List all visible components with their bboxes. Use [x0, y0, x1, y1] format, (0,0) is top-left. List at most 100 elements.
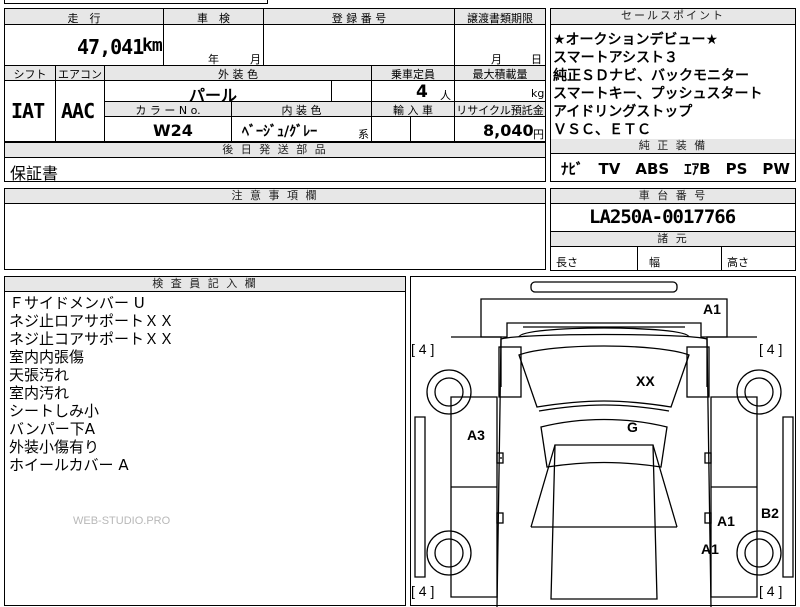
length-label: 長さ — [556, 256, 578, 269]
mileage-value: 47,041 — [77, 35, 144, 59]
inspector-header: 検 査 員 記 入 欄 — [5, 277, 405, 292]
color-no-value: W24 — [153, 121, 193, 140]
interior-suffix: 系 — [358, 128, 369, 141]
note-line: 外装小傷有り — [9, 438, 100, 456]
note-line: ネジ止コアサポートＸＸ — [9, 330, 175, 348]
dimensions-header: 諸 元 — [551, 232, 795, 247]
damage-mark-left-door: A3 — [467, 427, 485, 443]
note-line: シートしみ小 — [9, 402, 100, 420]
capacity-value: 4 — [416, 82, 428, 102]
exterior-color-header: 外 装 色 — [104, 65, 372, 81]
caution-header: 注 意 事 項 欄 — [5, 189, 545, 204]
import-cell-b — [410, 116, 455, 142]
capacity-header: 乗車定員 — [371, 65, 455, 81]
recycle-header: リサイクル預託金 — [454, 101, 546, 117]
aircon-cell: AAC — [55, 80, 105, 142]
selling-point: スマートアシスト３ — [553, 50, 679, 66]
aircon-header: エアコン — [55, 65, 105, 81]
dimensions-section: 諸 元 長さ 幅 高さ — [550, 231, 796, 271]
import-cell-a — [371, 116, 411, 142]
shift-cell: IAT — [4, 80, 56, 142]
equipment-section: ﾅﾋﾞ TV ABS ｴｱB PS PW — [550, 153, 796, 182]
recycle-value: 8,040 — [483, 121, 534, 140]
tire-mark-rear-right: [ 4 ] — [759, 583, 783, 599]
mileage-cell: 47,041 km — [4, 24, 164, 66]
recycle-cell: 8,040 円 — [454, 116, 546, 142]
top-strip — [4, 0, 268, 4]
inspector-section: 検 査 員 記 入 欄 Ｆサイドメンバー U ネジ止ロアサポートＸＸ ネジ止コア… — [4, 276, 406, 606]
selling-points-label: セールスポイント — [621, 9, 725, 22]
damage-mark-rear-right: A1 — [701, 541, 719, 557]
equipment-value: ﾅﾋﾞ TV ABS ｴｱB PS PW — [561, 160, 790, 178]
watermark: WEB-STUDIO.PRO — [73, 515, 171, 527]
registration-header: 登 録 番 号 — [263, 8, 455, 25]
inspector-notes: Ｆサイドメンバー U ネジ止ロアサポートＸＸ ネジ止コアサポートＸＸ 室内内張傷… — [9, 294, 174, 474]
chassis-section: 車 台 番 号 LA250A-0017766 — [550, 188, 796, 232]
width-label: 幅 — [649, 256, 660, 269]
selling-points-section: セールスポイント ★オークションデビュー★ スマートアシスト３ 純正ＳＤナビ、バ… — [550, 8, 796, 154]
selling-point: ★オークションデビュー★ — [553, 32, 719, 48]
recycle-unit: 円 — [533, 128, 544, 141]
selling-points-list: ★オークションデビュー★ スマートアシスト３ 純正ＳＤナビ、バックモニター スマ… — [553, 31, 762, 139]
later-parts-label: 後 日 発 送 部 品 — [222, 143, 328, 156]
note-line: ネジ止ロアサポートＸＸ — [9, 312, 175, 330]
caution-label: 注 意 事 項 欄 — [231, 189, 319, 202]
interior-value: ﾍﾞｰｼﾞｭ/ｸﾞﾚｰ — [242, 124, 318, 140]
dim-divider-1 — [637, 247, 638, 270]
selling-point: 純正ＳＤナビ、バックモニター — [553, 68, 749, 84]
import-header: 輸 入 車 — [371, 101, 455, 117]
max-load-cell: kg — [454, 80, 546, 102]
exterior-color-extra — [331, 80, 372, 102]
mileage-header: 走 行 — [4, 8, 164, 25]
equipment-header: 純 正 装 備 — [551, 139, 795, 154]
aircon-value: AAC — [61, 99, 95, 123]
note-line: バンパー下A — [9, 420, 96, 438]
damage-mark-front-bumper: A1 — [703, 301, 721, 317]
equipment-label: 純 正 装 備 — [638, 139, 708, 152]
later-parts-value: 保証書 — [10, 164, 59, 183]
note-line: Ｆサイドメンバー U — [9, 294, 145, 312]
tire-mark-rear-left: [ 4 ] — [411, 583, 435, 599]
interior-header: 内 装 色 — [231, 101, 372, 117]
transfer-cell: 月 日 — [454, 24, 546, 66]
chassis-label: 車 台 番 号 — [638, 189, 708, 202]
color-no-header: カ ラ ー N o. — [104, 101, 232, 117]
tire-mark-front-right: [ 4 ] — [759, 341, 783, 357]
damage-mark-right-panel: B2 — [761, 505, 779, 521]
inspection-cell: 年 月 — [163, 24, 264, 66]
max-load-unit: kg — [531, 87, 545, 100]
damage-mark-roof: XX — [636, 373, 655, 389]
chassis-header: 車 台 番 号 — [551, 189, 795, 204]
capacity-cell: 4 人 — [371, 80, 455, 102]
interior-cell: ﾍﾞｰｼﾞｭ/ｸﾞﾚｰ 系 — [231, 116, 372, 142]
note-line: 天張汚れ — [9, 366, 70, 384]
note-line: 室内汚れ — [9, 384, 70, 402]
car-diagram-section: [ 4 ] [ 4 ] [ 4 ] [ 4 ] A1 XX A3 G A1 B2… — [410, 276, 796, 607]
selling-point: スマートキー、プッシュスタート — [553, 86, 763, 102]
registration-cell — [263, 24, 455, 66]
shift-header: シフト — [4, 65, 56, 81]
selling-point: ＶＳＣ、ＥＴＣ — [553, 122, 651, 138]
inspector-label: 検 査 員 記 入 欄 — [152, 277, 258, 290]
mileage-unit: km — [142, 35, 163, 56]
note-line: 室内内張傷 — [9, 348, 85, 366]
damage-mark-right-door: A1 — [717, 513, 735, 529]
dimensions-label: 諸 元 — [657, 232, 689, 245]
color-no-cell: W24 — [104, 116, 232, 142]
chassis-value: LA250A-0017766 — [589, 206, 736, 228]
height-label: 高さ — [727, 256, 749, 269]
selling-point: アイドリングストップ — [553, 104, 693, 120]
caution-section: 注 意 事 項 欄 — [4, 188, 546, 270]
max-load-header: 最大積載量 — [454, 65, 546, 81]
transfer-header: 譲渡書類期限 — [454, 8, 546, 25]
later-parts-section: 後 日 発 送 部 品 保証書 — [4, 142, 546, 183]
damage-mark-glass: G — [627, 419, 638, 435]
shift-value: IAT — [11, 99, 45, 123]
exterior-color-cell: パール — [104, 80, 332, 105]
note-line: ホイールカバー A — [9, 456, 129, 474]
vehicle-info-table: 走 行 車 検 登 録 番 号 譲渡書類期限 47,041 km 年 月 月 日… — [4, 8, 546, 144]
later-parts-header: 後 日 発 送 部 品 — [5, 143, 545, 158]
dim-divider-2 — [721, 247, 722, 270]
inspection-header: 車 検 — [163, 8, 264, 25]
selling-points-header: セールスポイント — [551, 9, 795, 25]
